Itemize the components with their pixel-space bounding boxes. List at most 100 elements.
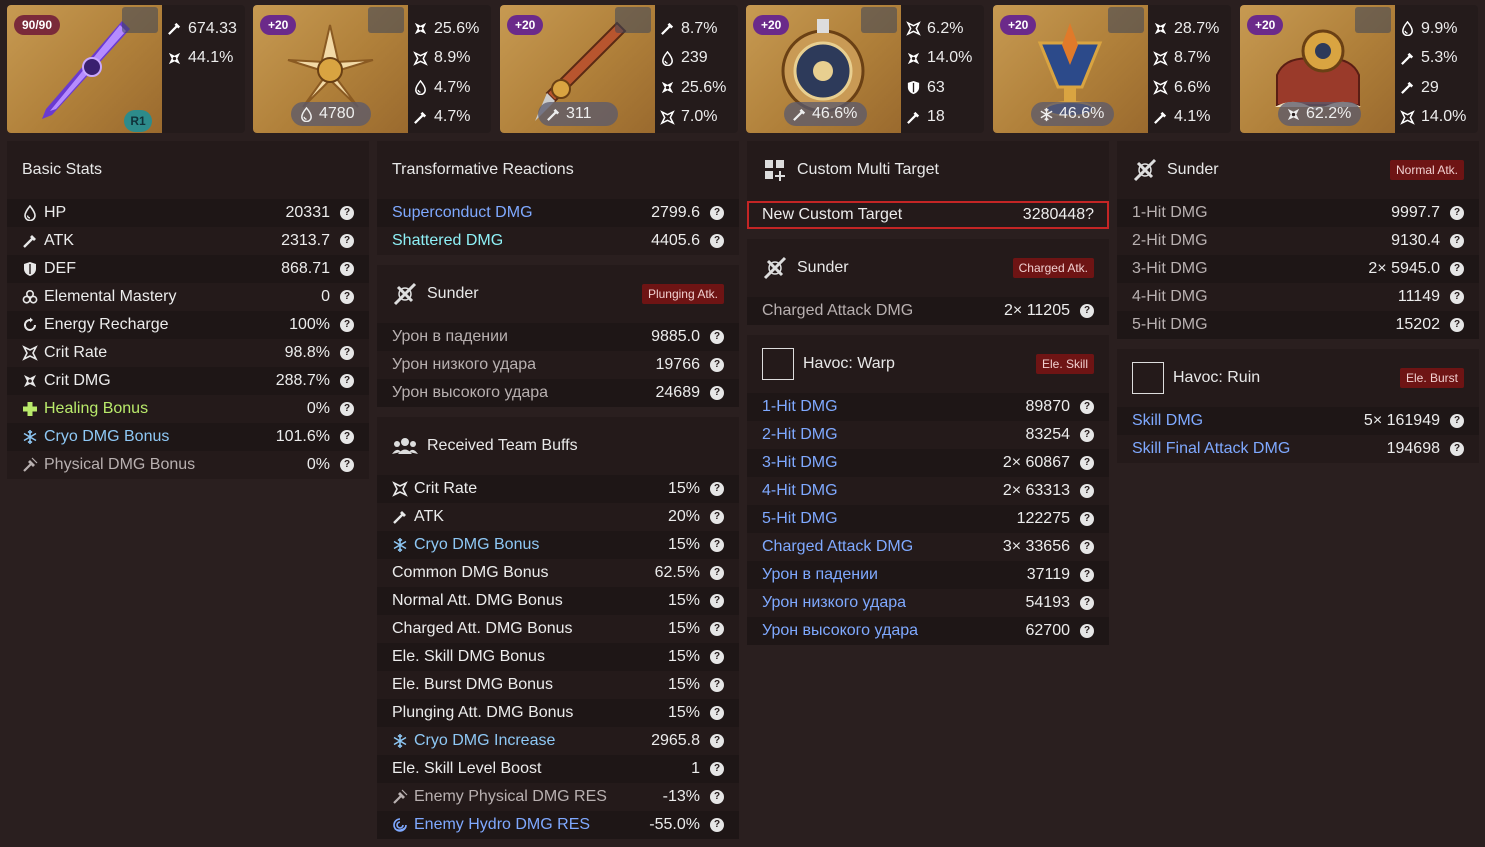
help-icon[interactable]: ?: [710, 206, 724, 220]
stat-label: Charged Attack DMG: [762, 538, 1003, 556]
custom-target-row[interactable]: New Custom Target 3280448 ?: [747, 201, 1109, 229]
help-icon[interactable]: ?: [710, 358, 724, 372]
custom-target-title: Custom Multi Target: [797, 161, 939, 178]
help-icon[interactable]: ?: [710, 482, 724, 496]
stat-label-text: 4-Hit DMG: [1132, 288, 1208, 305]
help-icon[interactable]: ?: [710, 622, 724, 636]
havoc-warp-panel: Havoc: Warp Ele. Skill 1-Hit DMG 89870? 2-…: [747, 335, 1109, 645]
crit-dmg-icon: [168, 52, 181, 64]
stat-label: Skill DMG: [1132, 412, 1364, 430]
heal-icon: [23, 402, 37, 416]
panel-title: Transformative Reactions: [377, 141, 739, 199]
help-icon[interactable]: ?: [340, 318, 354, 332]
stat-row: Cryo DMG Increase 2965.8?: [377, 727, 739, 755]
help-icon[interactable]: ?: [710, 818, 724, 832]
help-icon[interactable]: ?: [340, 346, 354, 360]
substat-row: 18: [906, 103, 972, 133]
help-icon[interactable]: ?: [340, 234, 354, 248]
help-icon[interactable]: ?: [1080, 512, 1094, 526]
help-icon[interactable]: ?: [710, 762, 724, 776]
substat-row: 5.3%: [1400, 44, 1466, 74]
help-icon[interactable]: ?: [710, 510, 724, 524]
help-icon[interactable]: ?: [1080, 456, 1094, 470]
help-icon[interactable]: ?: [340, 290, 354, 304]
help-icon[interactable]: ?: [340, 430, 354, 444]
crit-rate-icon: [22, 345, 38, 361]
refine-badge: R1: [124, 110, 152, 132]
help-icon[interactable]: ?: [1080, 484, 1094, 498]
stat-label: Charged Attack DMG: [762, 302, 1004, 320]
help-icon[interactable]: ?: [340, 262, 354, 276]
help-icon[interactable]: ?: [1450, 234, 1464, 248]
help-icon[interactable]: ?: [710, 594, 724, 608]
stat-label: 3-Hit DMG: [762, 454, 1003, 472]
weapon-type-icon: [122, 7, 158, 33]
stat-label-text: 4-Hit DMG: [762, 482, 838, 499]
character-avatar: [1355, 7, 1391, 33]
artifact-card[interactable]: +20 311 8.7% 239 25.6% 7.0%: [500, 5, 738, 133]
substat-value: 63: [927, 78, 945, 96]
help-icon[interactable]: ?: [340, 374, 354, 388]
help-icon[interactable]: ?: [1450, 206, 1464, 220]
stat-label-text: Crit Rate: [44, 344, 108, 361]
help-icon[interactable]: ?: [340, 206, 354, 220]
help-icon[interactable]: ?: [710, 678, 724, 692]
stat-row: 2-Hit DMG 9130.4?: [1117, 227, 1479, 255]
artifact-card[interactable]: +20 62.2% 9.9% 5.3% 29 14.0%: [1240, 5, 1478, 133]
stat-label: Урон в падении: [762, 566, 1027, 584]
help-icon[interactable]: ?: [1450, 262, 1464, 276]
artifact-card[interactable]: +20 46.6% 6.2% 14.0% 63 18: [746, 5, 984, 133]
help-icon[interactable]: ?: [1080, 428, 1094, 442]
help-icon[interactable]: ?: [710, 734, 724, 748]
stat-row: Charged Attack DMG 2× 11205?: [747, 297, 1109, 325]
help-icon[interactable]: ?: [710, 330, 724, 344]
stat-row: Урон в падении 37119?: [747, 561, 1109, 589]
help-icon[interactable]: ?: [1080, 540, 1094, 554]
basic-stats-title: Basic Stats: [22, 161, 103, 178]
help-icon[interactable]: ?: [710, 650, 724, 664]
stat-row: Enemy Physical DMG RES -13%?: [377, 783, 739, 811]
weapon-card[interactable]: 90/90 R1 674.33 44.1%: [7, 5, 245, 133]
help-icon[interactable]: ?: [1450, 442, 1464, 456]
main-stat: 311: [538, 102, 618, 126]
stat-row: Elemental Mastery 0?: [7, 283, 369, 311]
help-icon[interactable]: ?: [1450, 414, 1464, 428]
stat-label-text: 3-Hit DMG: [1132, 260, 1208, 277]
help-icon[interactable]: ?: [1085, 206, 1094, 224]
help-icon[interactable]: ?: [1080, 568, 1094, 582]
help-icon[interactable]: ?: [1450, 290, 1464, 304]
help-icon[interactable]: ?: [710, 790, 724, 804]
artifact-card[interactable]: +20 46.6% 28.7% 8.7% 6.6% 4.1%: [993, 5, 1231, 133]
help-icon[interactable]: ?: [710, 386, 724, 400]
stat-value: 89870: [1025, 398, 1071, 415]
substat-value: 5.3%: [1421, 49, 1458, 67]
atk-icon: [1401, 52, 1414, 65]
substat-row: 6.2%: [906, 14, 972, 44]
stat-row: 4-Hit DMG 11149?: [1117, 283, 1479, 311]
basic-stats-list: HP 20331? ATK 2313.7? DEF 868.71? Elemental Ma…: [7, 199, 369, 479]
help-icon[interactable]: ?: [340, 458, 354, 472]
team-buffs-title: Received Team Buffs: [427, 437, 578, 454]
stat-row: Healing Bonus 0%?: [7, 395, 369, 423]
help-icon[interactable]: ?: [710, 566, 724, 580]
help-icon[interactable]: ?: [710, 706, 724, 720]
atk-icon: [1154, 111, 1167, 124]
stat-label: Cryo DMG Increase: [392, 732, 651, 750]
stat-value: 9130.4: [1391, 232, 1440, 249]
help-icon[interactable]: ?: [710, 234, 724, 248]
artifact-card[interactable]: +20 4780 25.6% 8.9% 4.7% 4.7%: [253, 5, 491, 133]
help-icon[interactable]: ?: [1080, 624, 1094, 638]
substat-value: 25.6%: [681, 78, 727, 96]
stat-label: Ele. Skill DMG Bonus: [392, 648, 668, 666]
main-stat: 4780: [291, 102, 371, 126]
help-icon[interactable]: ?: [710, 538, 724, 552]
help-icon[interactable]: ?: [340, 402, 354, 416]
atk-icon: [907, 111, 920, 124]
help-icon[interactable]: ?: [1080, 304, 1094, 318]
column-reactions: Transformative Reactions Superconduct DM…: [377, 141, 739, 847]
help-icon[interactable]: ?: [1450, 318, 1464, 332]
stat-value: 100%: [289, 316, 330, 333]
help-icon[interactable]: ?: [1080, 596, 1094, 610]
grid-plus-icon: [765, 160, 785, 181]
help-icon[interactable]: ?: [1080, 400, 1094, 414]
